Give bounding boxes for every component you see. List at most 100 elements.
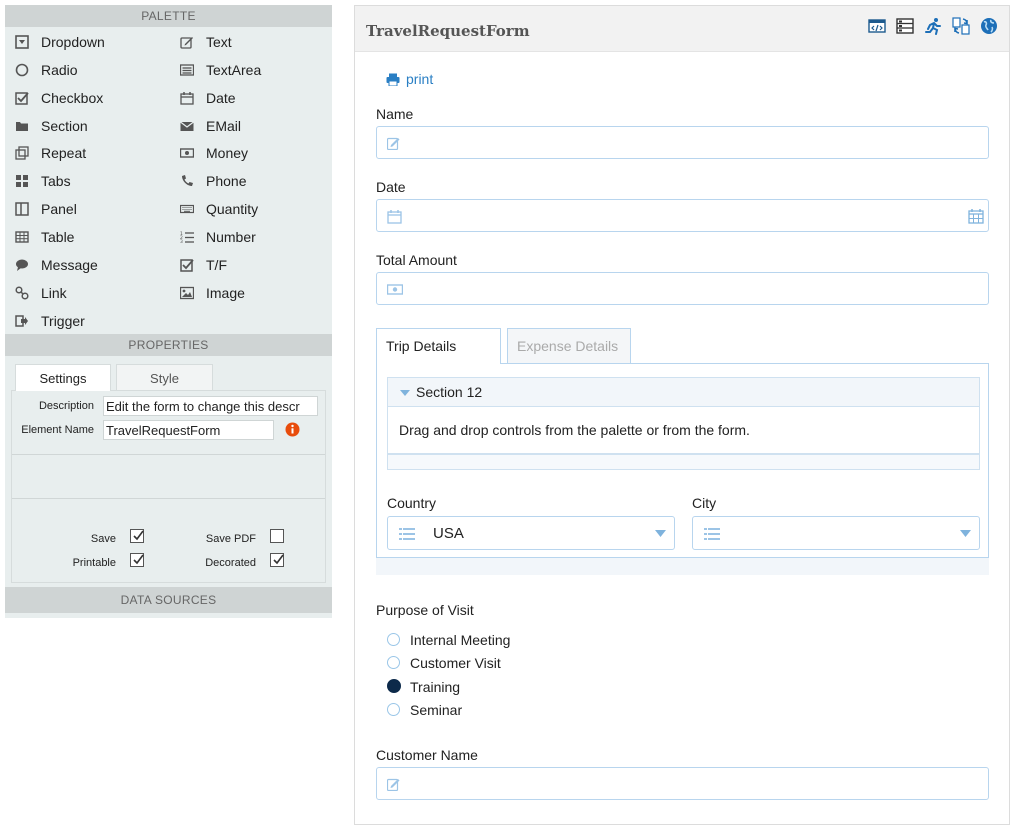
section-header[interactable]: Section 12: [387, 377, 980, 407]
pencil-icon: [180, 37, 193, 49]
city-select[interactable]: [692, 516, 980, 550]
tab-trip-details[interactable]: Trip Details: [376, 328, 501, 364]
checkbox-icon: [180, 259, 194, 272]
radio-label: Seminar: [410, 702, 463, 718]
palette-item-table[interactable]: Table: [15, 227, 74, 247]
printable-label: Printable: [72, 557, 116, 569]
radio-label: Internal Meeting: [410, 632, 511, 648]
palette-item-number[interactable]: 123 Number: [180, 227, 256, 247]
palette-item-message[interactable]: Message: [15, 255, 98, 275]
form-canvas: TravelRequestForm print Name Date Total …: [354, 5, 1010, 825]
refresh-icon[interactable]: [952, 17, 970, 35]
info-icon[interactable]: [285, 422, 300, 437]
radio-customer-visit[interactable]: [387, 656, 400, 669]
palette-item-phone[interactable]: Phone: [180, 171, 246, 191]
country-label: Country: [387, 495, 437, 511]
palette-item-panel[interactable]: Panel: [15, 199, 77, 219]
pencil-icon: [387, 137, 400, 150]
palette-item-repeat[interactable]: Repeat: [15, 143, 86, 163]
money-icon: [180, 148, 194, 158]
date-input[interactable]: [376, 199, 989, 232]
palette-item-label: Trigger: [41, 313, 85, 329]
section-message: Drag and drop controls from the palette …: [399, 422, 750, 438]
name-input[interactable]: [376, 126, 989, 159]
palette-item-label: Dropdown: [41, 34, 105, 50]
element-name-input[interactable]: TravelRequestForm: [103, 420, 274, 440]
palette-item-trigger[interactable]: Trigger: [15, 311, 85, 331]
palette-item-label: Message: [41, 257, 98, 273]
palette-item-label: Phone: [206, 173, 247, 189]
element-name-label: Element Name: [21, 424, 94, 436]
calendar-picker-icon[interactable]: [968, 208, 984, 224]
save-pdf-label: Save PDF: [205, 533, 256, 545]
section-footer: [387, 454, 980, 470]
radio-internal-meeting[interactable]: [387, 633, 400, 646]
save-checkbox[interactable]: [130, 529, 144, 543]
checkbox-icon: [15, 92, 29, 105]
form-header: TravelRequestForm: [355, 6, 1009, 52]
palette-item-email[interactable]: EMail: [180, 116, 241, 136]
link-icon: [15, 286, 29, 300]
palette-item-label: Repeat: [41, 145, 87, 161]
palette-item-label: Checkbox: [41, 90, 104, 106]
radio-seminar[interactable]: [387, 703, 400, 716]
section-title: Section 12: [416, 384, 483, 400]
chevron-down-icon: [655, 530, 666, 537]
palette-item-tabs[interactable]: Tabs: [15, 171, 71, 191]
tab-panel: Section 12 Drag and drop controls from t…: [376, 363, 989, 558]
palette-item-label: Table: [41, 229, 75, 245]
code-icon[interactable]: [868, 17, 886, 35]
palette-item-textarea[interactable]: TextArea: [180, 60, 261, 80]
name-label: Name: [376, 106, 414, 122]
divider: [12, 454, 325, 455]
country-select[interactable]: USA: [387, 516, 675, 550]
tab-style[interactable]: Style: [116, 364, 213, 391]
description-label: Description: [38, 400, 94, 412]
data-sources-header[interactable]: DATA SOURCES: [5, 587, 332, 618]
palette-item-quantity[interactable]: Quantity: [180, 199, 258, 219]
pencil-icon: [387, 778, 400, 791]
save-pdf-checkbox[interactable]: [270, 529, 284, 543]
print-link[interactable]: print: [386, 71, 433, 87]
palette-item-dropdown[interactable]: Dropdown: [15, 32, 105, 52]
run-icon[interactable]: [924, 17, 942, 35]
palette-item-money[interactable]: Money: [180, 143, 248, 163]
panel-icon: [15, 202, 29, 216]
palette-item-link[interactable]: Link: [15, 283, 67, 303]
palette-item-label: Money: [206, 145, 249, 161]
total-amount-label: Total Amount: [376, 252, 457, 268]
toolbar: [868, 17, 998, 35]
decorated-label: Decorated: [205, 557, 256, 569]
tab-expense-details[interactable]: Expense Details: [507, 328, 631, 363]
description-input[interactable]: Edit the form to change this descr: [103, 396, 318, 416]
printer-icon: [386, 73, 400, 86]
palette-item-label: Date: [206, 90, 236, 106]
printable-checkbox[interactable]: [130, 553, 144, 567]
city-label: City: [692, 495, 717, 511]
palette-item-image[interactable]: Image: [180, 283, 245, 303]
palette-item-section[interactable]: Section: [15, 116, 88, 136]
decorated-checkbox[interactable]: [270, 553, 284, 567]
radio-label: Training: [410, 679, 461, 695]
palette-item-text[interactable]: Text: [180, 32, 232, 52]
globe-icon[interactable]: [980, 17, 998, 35]
palette-item-date[interactable]: Date: [180, 88, 236, 108]
list-icon[interactable]: [896, 17, 914, 35]
total-amount-input[interactable]: [376, 272, 989, 305]
textarea-icon: [180, 64, 194, 76]
chevron-down-icon: [960, 530, 971, 537]
palette-item-radio[interactable]: Radio: [15, 60, 78, 80]
palette-item-label: Tabs: [41, 173, 71, 189]
radio-training[interactable]: [387, 679, 401, 693]
divider: [12, 498, 325, 499]
radio-label: Customer Visit: [410, 655, 501, 671]
palette-item-tf[interactable]: T/F: [180, 255, 227, 275]
folder-icon: [16, 122, 28, 131]
palette-item-label: Link: [41, 285, 67, 301]
calendar-icon: [387, 210, 402, 224]
left-panel: PALETTE Dropdown Radio Checkbox Section …: [5, 5, 332, 618]
customer-name-input[interactable]: [376, 767, 989, 800]
palette-item-checkbox[interactable]: Checkbox: [15, 88, 103, 108]
tab-panel-footer: [376, 558, 989, 575]
tab-settings[interactable]: Settings: [15, 364, 111, 391]
